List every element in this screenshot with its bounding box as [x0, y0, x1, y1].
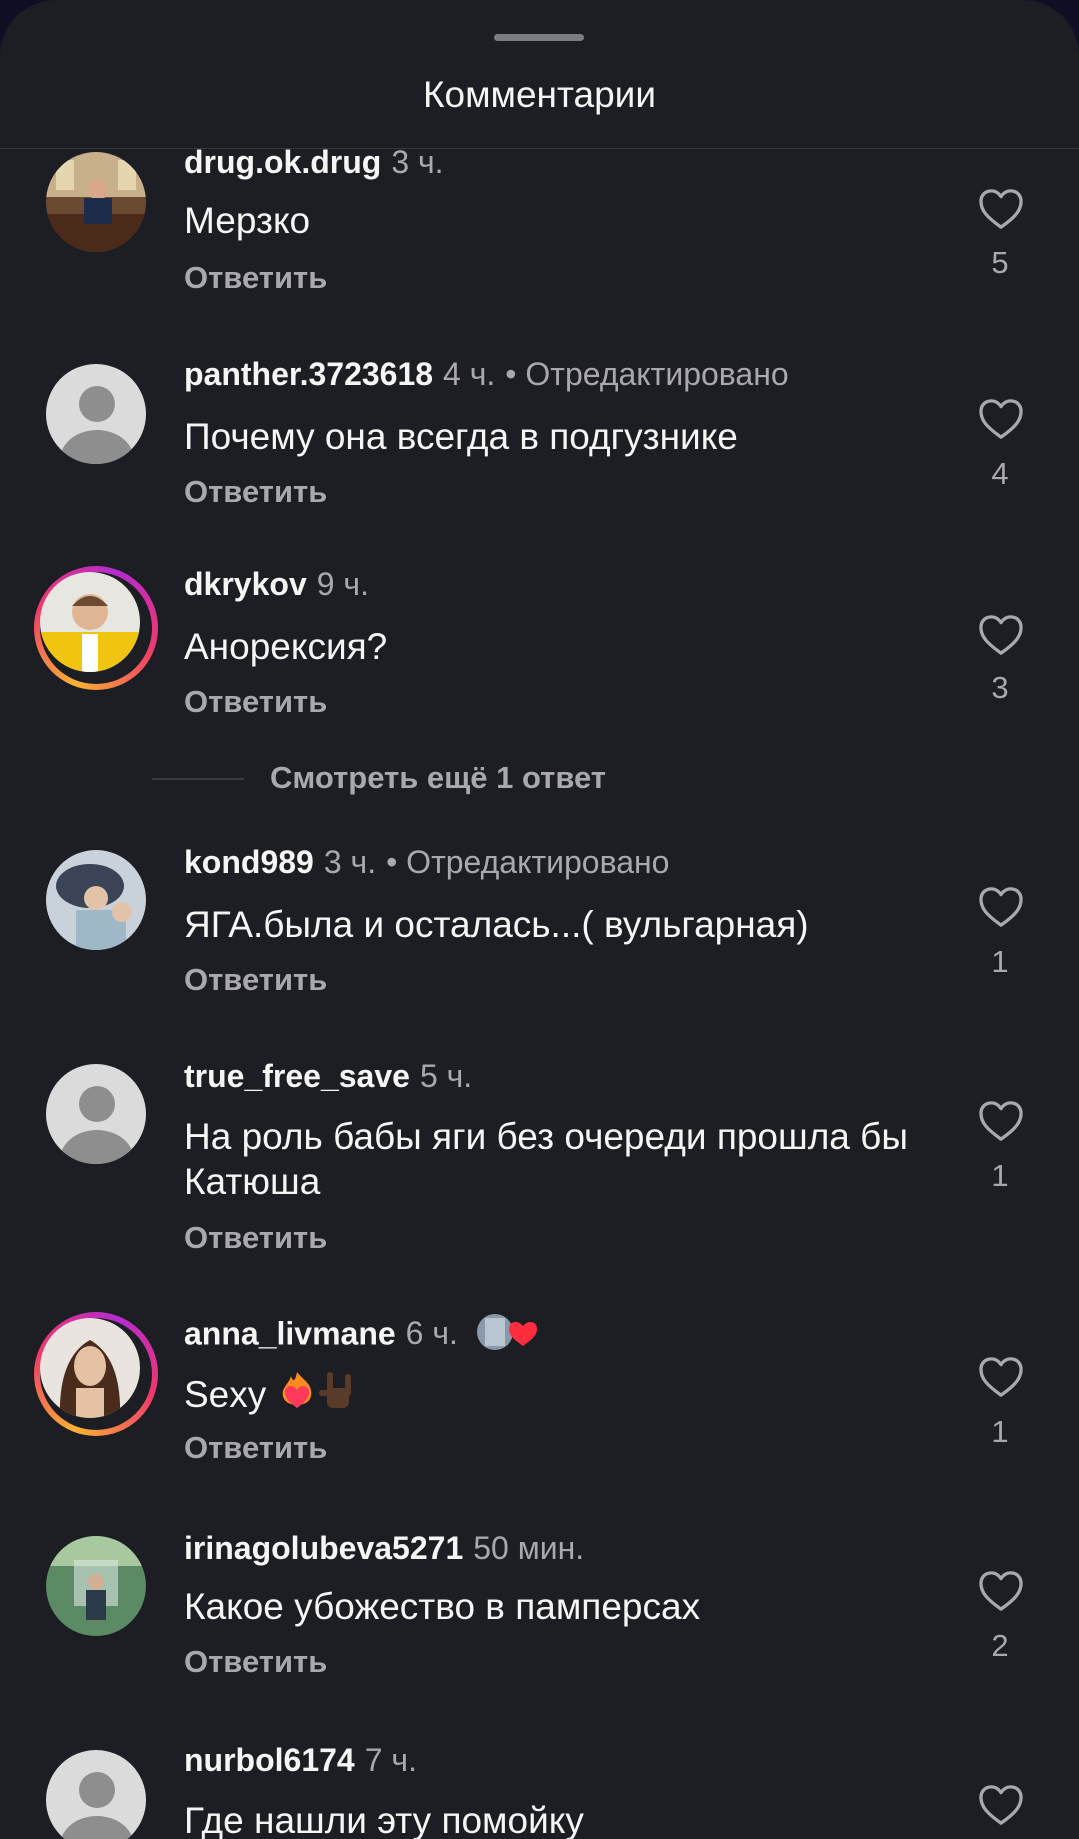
username[interactable]: true_free_save: [184, 1058, 410, 1094]
like-count: 3: [991, 670, 1009, 705]
comment-text: Анорексия?: [184, 626, 388, 667]
like-count: 1: [991, 1414, 1009, 1449]
like-count: 2: [991, 1628, 1009, 1663]
username[interactable]: panther.3723618: [184, 356, 433, 392]
edited-label: • Отредактировано: [386, 844, 670, 880]
avatar[interactable]: [46, 1536, 146, 1636]
like-count: 1: [991, 1158, 1009, 1193]
comment-text: Sexy: [184, 1370, 944, 1424]
comment-meta: irinagolubeva5271 50 мин.: [184, 1530, 584, 1567]
comments-sheet: Комментарии drug.ok.drug 3 ч. Мерзко Отве…: [0, 0, 1079, 1839]
timestamp: 5 ч.: [419, 1058, 473, 1094]
timestamp: 6 ч.: [405, 1315, 458, 1352]
comment-meta: nurbol6174 7 ч.: [184, 1742, 417, 1779]
comment-meta: kond989 3 ч. • Отредактировано: [184, 844, 669, 881]
like-count: 5: [991, 245, 1009, 280]
default-avatar-icon[interactable]: [46, 364, 146, 464]
story-ring-avatar[interactable]: [34, 566, 158, 690]
default-avatar-icon[interactable]: [46, 1750, 146, 1839]
reply-button[interactable]: Ответить: [184, 962, 327, 998]
like-heart-icon[interactable]: [978, 1356, 1024, 1398]
story-ring-avatar[interactable]: [34, 1312, 158, 1436]
edited-label: • Отредактировано: [505, 356, 789, 392]
comment-meta: panther.3723618 4 ч. • Отредактировано: [184, 356, 789, 393]
timestamp: 50 мин.: [473, 1530, 585, 1566]
reply-button[interactable]: Ответить: [184, 474, 327, 510]
timestamp: 3 ч.: [323, 844, 377, 880]
comment-text: Почему она всегда в подгузнике: [184, 416, 738, 457]
reply-button[interactable]: Ответить: [184, 1430, 327, 1466]
like-heart-icon[interactable]: [978, 614, 1024, 656]
username[interactable]: drug.ok.drug: [184, 144, 381, 180]
header-divider: [0, 148, 1079, 149]
avatar[interactable]: [46, 850, 146, 950]
author-liked-badge-icon: [475, 1312, 539, 1360]
like-heart-icon[interactable]: [978, 398, 1024, 440]
timestamp: 4 ч.: [443, 356, 496, 392]
more-replies-label[interactable]: Смотреть ещё 1 ответ: [270, 760, 606, 796]
comment-meta: drug.ok.drug 3 ч.: [184, 144, 444, 181]
heart-on-fire-emoji: [277, 1370, 317, 1424]
comment-text: ЯГА.была и осталась...( вульгарная): [184, 904, 809, 945]
like-heart-icon[interactable]: [978, 188, 1024, 230]
comment-meta: true_free_save 5 ч.: [184, 1058, 472, 1095]
default-avatar-icon[interactable]: [46, 1064, 146, 1164]
username[interactable]: nurbol6174: [184, 1742, 355, 1778]
view-more-replies[interactable]: Смотреть ещё 1 ответ: [152, 760, 912, 800]
reply-button[interactable]: Ответить: [184, 1644, 327, 1680]
more-replies-line: [152, 778, 244, 780]
username[interactable]: irinagolubeva5271: [184, 1530, 463, 1566]
comment-meta: dkrykov 9 ч.: [184, 566, 369, 603]
sheet-title: Комментарии: [422, 74, 657, 115]
like-heart-icon[interactable]: [978, 1100, 1024, 1142]
like-heart-icon[interactable]: [978, 1570, 1024, 1612]
sheet-grabber[interactable]: [494, 34, 584, 41]
username[interactable]: anna_livmane: [184, 1315, 396, 1351]
comment-text: Какое убожество в памперсах: [184, 1586, 701, 1627]
timestamp: 7 ч.: [364, 1742, 417, 1778]
reply-button[interactable]: Ответить: [184, 684, 327, 720]
username[interactable]: dkrykov: [184, 566, 307, 602]
timestamp: 3 ч.: [391, 144, 444, 180]
comment-text: Где нашли эту помойку: [184, 1800, 584, 1839]
username[interactable]: kond989: [184, 844, 314, 880]
like-count: 1: [991, 944, 1009, 979]
comment-text-value: Sexy: [184, 1373, 267, 1415]
reply-button[interactable]: Ответить: [184, 1220, 327, 1256]
rock-hand-emoji: [317, 1370, 357, 1424]
like-heart-icon[interactable]: [978, 1784, 1024, 1826]
reply-button[interactable]: Ответить: [184, 260, 327, 296]
like-count: 4: [991, 456, 1009, 491]
avatar[interactable]: [46, 152, 146, 252]
comment-meta: anna_livmane 6 ч.: [184, 1312, 539, 1360]
comment-text: На роль бабы яги без очереди прошла бы К…: [184, 1116, 908, 1202]
comment-text: Мерзко: [184, 200, 311, 241]
timestamp: 9 ч.: [316, 566, 369, 602]
like-heart-icon[interactable]: [978, 886, 1024, 928]
